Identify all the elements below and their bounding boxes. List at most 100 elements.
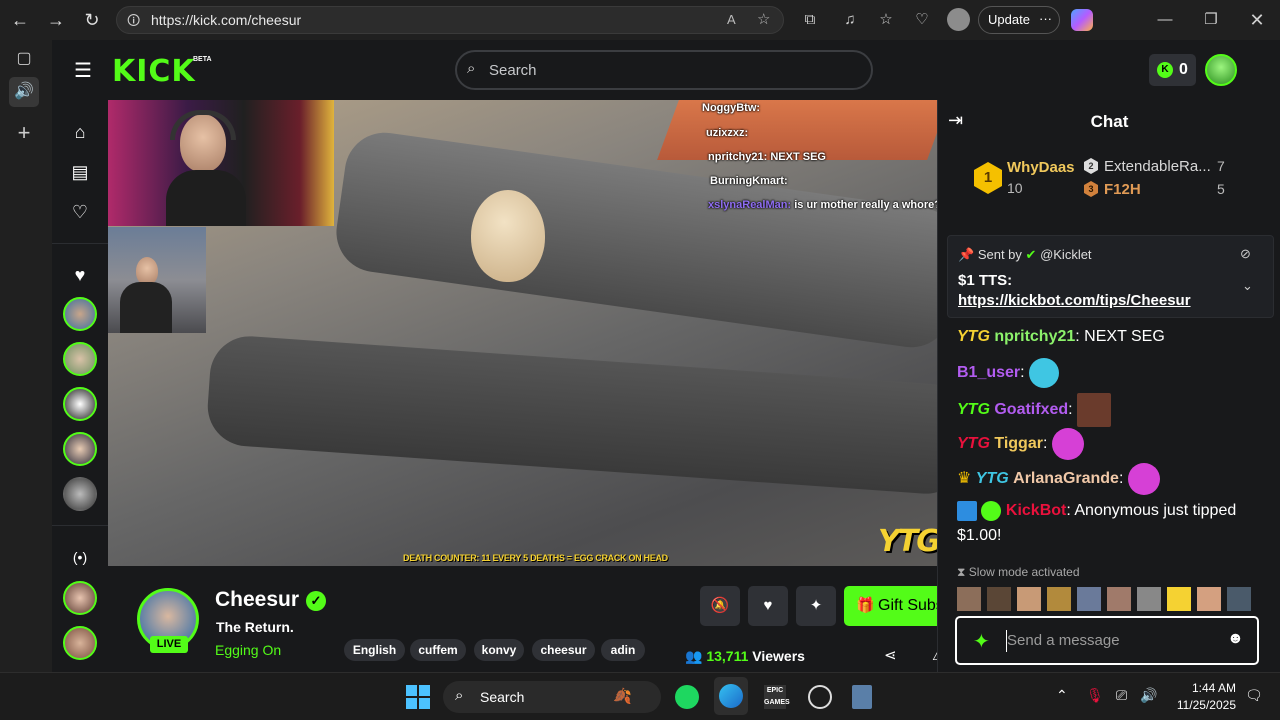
recommended-channel-avatar[interactable] — [63, 626, 97, 660]
obs-icon[interactable] — [808, 685, 832, 709]
tab-actions-icon[interactable]: ▢ — [9, 44, 39, 74]
chat-text: $1.00! — [957, 527, 1002, 544]
network-icon[interactable]: ⎚ — [1116, 687, 1127, 704]
edge-taskbar-active[interactable] — [714, 677, 748, 715]
read-aloud-icon[interactable]: A — [727, 12, 736, 27]
viewers-label: Viewers — [752, 648, 805, 664]
quick-emote[interactable] — [957, 587, 981, 611]
quick-emote[interactable] — [1167, 587, 1191, 611]
profile-avatar[interactable] — [947, 8, 970, 31]
browse-icon[interactable]: ▤ — [68, 160, 92, 184]
windows-start-icon[interactable] — [406, 685, 430, 709]
stream-tag[interactable]: cheesur — [532, 639, 595, 661]
overlay-chat-message: NEXT SEG — [770, 151, 826, 163]
chat-username[interactable]: Tiggar — [994, 435, 1043, 452]
search-input[interactable]: ⌕ Search — [455, 50, 873, 90]
quick-emote[interactable] — [1077, 587, 1101, 611]
followed-channel-avatar[interactable] — [63, 477, 97, 511]
stream-tag[interactable]: English — [344, 639, 405, 661]
tray-chevron-up-icon[interactable]: ⌃ — [1056, 687, 1068, 704]
stream-tag[interactable]: adin — [601, 639, 645, 661]
quick-emote[interactable] — [1197, 587, 1221, 611]
quick-emote[interactable] — [1017, 587, 1041, 611]
pinned-link[interactable]: https://kickbot.com/tips/Cheesur — [958, 292, 1191, 309]
quick-emote[interactable] — [1227, 587, 1251, 611]
menu-icon[interactable]: ☰ — [74, 58, 92, 83]
spotify-icon[interactable] — [675, 685, 699, 709]
browser-essentials-icon[interactable]: ♡ — [910, 8, 934, 32]
quick-emote[interactable] — [1047, 587, 1071, 611]
chat-username[interactable]: Goatifxed — [994, 401, 1068, 418]
audio-tab-icon[interactable]: 🔊 — [9, 77, 39, 107]
refresh-icon[interactable]: ↻ — [80, 8, 104, 32]
followed-channel-avatar[interactable] — [63, 342, 97, 376]
minimize-icon[interactable]: — — [1153, 8, 1177, 32]
emote-image — [1127, 463, 1160, 495]
emoji-picker-icon[interactable]: ☻ — [1227, 630, 1244, 648]
taskbar-search-placeholder: Search — [480, 689, 525, 705]
pinned-sender[interactable]: @Kicklet — [1040, 247, 1092, 262]
kicks-balance-button[interactable]: K 0 — [1149, 54, 1196, 86]
video-scene-pipe — [205, 333, 937, 497]
video-scene-pipe — [331, 127, 937, 353]
home-icon[interactable]: ⌂ — [68, 120, 92, 144]
back-arrow-icon[interactable]: ← — [8, 8, 32, 32]
media-control-icon[interactable]: ♫ — [838, 8, 862, 32]
restore-icon[interactable]: ❐ — [1199, 8, 1223, 32]
address-bar[interactable]: 🛈 https://kick.com/cheesur A ☆ — [116, 6, 784, 34]
update-button[interactable]: Update ··· — [978, 6, 1060, 34]
emote-image — [1077, 393, 1112, 427]
chat-message-input[interactable]: ✦ Send a message ☻ — [955, 616, 1259, 665]
chat-message: ♛ YTG ArlanaGrande: — [957, 463, 1160, 495]
irl-body — [120, 282, 172, 333]
top-gifter-name[interactable]: ExtendableRa... — [1104, 158, 1211, 175]
chat-username[interactable]: B1_user — [957, 364, 1020, 381]
close-icon[interactable]: ✕ — [1245, 8, 1269, 32]
chevron-down-icon[interactable]: ⌄ — [1242, 278, 1253, 294]
hide-pin-icon[interactable]: ⊘ — [1240, 246, 1251, 262]
following-heart-icon[interactable]: ♡ — [68, 200, 92, 224]
search-icon: ⌕ — [467, 60, 476, 77]
followed-channel-avatar[interactable] — [63, 297, 97, 331]
sparkle-icon[interactable]: ✦ — [973, 629, 990, 654]
top-gifter-name[interactable]: F12H — [1104, 181, 1141, 198]
extensions-icon[interactable]: ⧉ — [798, 8, 822, 32]
share-icon[interactable]: ⋖ — [884, 646, 897, 664]
top-gifter-name[interactable]: WhyDaas — [1007, 159, 1075, 176]
windows-taskbar: ⌕ Search 🍂 EPIC GAMES ⌃ 🎙 ⎚ 🔊 1:44 AM 11/… — [0, 672, 1280, 720]
user-avatar[interactable] — [1205, 54, 1237, 86]
quick-emote[interactable] — [1137, 587, 1161, 611]
taskbar-search[interactable]: ⌕ Search 🍂 — [443, 681, 661, 713]
copilot-icon[interactable] — [1071, 9, 1093, 31]
calculator-icon[interactable] — [852, 685, 872, 709]
stream-tag[interactable]: cuffem — [410, 639, 466, 661]
recommended-channel-avatar[interactable] — [63, 581, 97, 615]
chat-separator: : — [1075, 328, 1080, 345]
followed-channel-avatar[interactable] — [63, 432, 97, 466]
quick-emote[interactable] — [1107, 587, 1131, 611]
epic-games-icon[interactable]: EPIC GAMES — [764, 685, 790, 709]
favorites-icon[interactable]: ☆ — [874, 8, 898, 32]
volume-icon[interactable]: 🔊 — [1140, 687, 1157, 704]
microphone-icon[interactable]: 🎙 — [1086, 687, 1104, 704]
chat-username[interactable]: ArlanaGrande — [1013, 470, 1119, 487]
forward-arrow-icon[interactable]: → — [44, 8, 68, 32]
notifications-icon[interactable]: 🗨 — [1245, 687, 1263, 704]
favorite-star-icon[interactable]: ☆ — [757, 10, 770, 28]
followed-channel-avatar[interactable] — [63, 387, 97, 421]
video-player[interactable]: NoggyBtw: uzixzxz: npritchy21: NEXT SEG … — [108, 100, 937, 566]
sparkle-icon[interactable]: ✦ — [796, 586, 836, 626]
chat-username[interactable]: npritchy21 — [994, 328, 1075, 345]
stream-tag[interactable]: konvy — [474, 639, 524, 661]
chat-username[interactable]: KickBot — [1006, 502, 1066, 519]
new-tab-icon[interactable]: + — [9, 118, 39, 148]
kick-logo[interactable]: KICK — [112, 54, 196, 89]
follow-heart-button[interactable]: ♥ — [748, 586, 788, 626]
clock-date[interactable]: 11/25/2025 — [1164, 698, 1236, 712]
streamer-name[interactable]: Cheesur — [215, 588, 299, 612]
site-info-icon[interactable]: 🛈 — [127, 12, 140, 34]
stream-category-link[interactable]: Egging On — [215, 642, 281, 658]
notification-bell-off-icon[interactable]: 🔕 — [700, 586, 740, 626]
clock-time[interactable]: 1:44 AM — [1170, 681, 1236, 695]
quick-emote[interactable] — [987, 587, 1011, 611]
